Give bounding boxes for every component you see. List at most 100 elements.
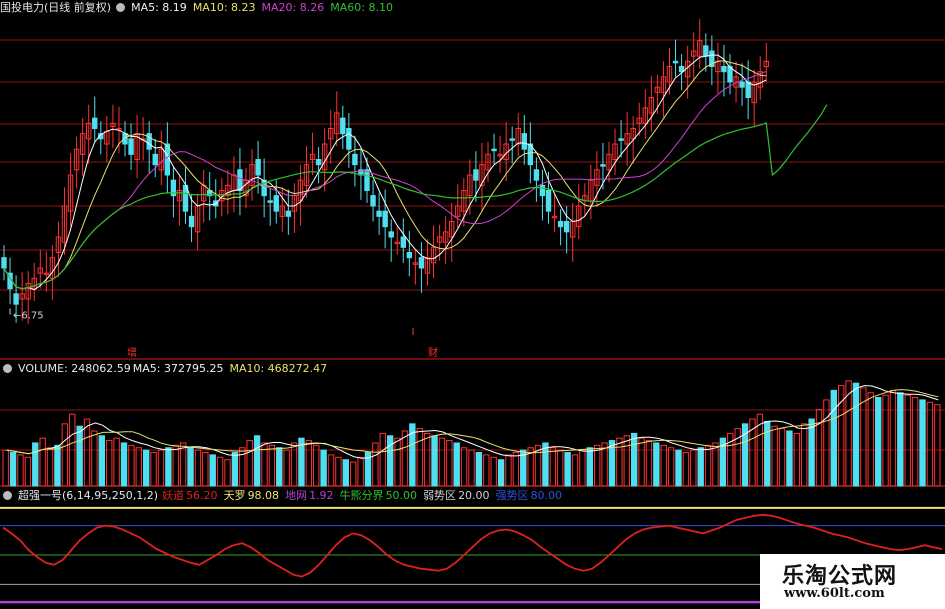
candle-body — [418, 257, 425, 269]
candle-body — [388, 231, 394, 238]
candle-body — [491, 148, 497, 152]
volume-settings-icon[interactable] — [3, 364, 12, 373]
candle-body — [285, 210, 292, 217]
watermark-url: www.60lt.com — [784, 586, 885, 601]
volume-bar — [911, 397, 919, 487]
candle-body — [340, 117, 346, 135]
volume-bar — [98, 435, 106, 487]
settings-circle-icon[interactable] — [116, 3, 126, 12]
volume-bar — [416, 428, 423, 487]
candle-body — [618, 138, 624, 141]
candle-body — [672, 60, 679, 64]
volume-bar — [897, 392, 904, 487]
volume-bar — [224, 459, 231, 487]
stock-title[interactable]: 国投电力(日线 前复权) — [0, 1, 111, 14]
volume-bar — [394, 437, 401, 487]
volume-bar — [697, 447, 704, 487]
volume-bar — [231, 452, 239, 487]
volume-bar — [675, 449, 682, 487]
volume-bar — [357, 456, 364, 487]
volume-bar — [379, 432, 386, 487]
volume-bar — [549, 447, 557, 487]
volume-bar — [216, 456, 224, 487]
volume-bar — [571, 454, 579, 487]
candle-body — [703, 45, 709, 57]
volume-bar — [793, 432, 801, 487]
volume-bar — [106, 440, 113, 487]
candle-body — [745, 81, 751, 98]
volume-bar — [209, 454, 216, 487]
candle-body — [237, 169, 243, 191]
volume-bar — [253, 435, 261, 487]
volume-bar — [623, 435, 630, 487]
candle-body — [557, 221, 564, 228]
volume-bar — [564, 452, 571, 487]
candle-body — [539, 184, 546, 197]
volume-bar — [135, 447, 142, 487]
volume-bar — [386, 435, 394, 487]
volume-bar — [867, 392, 874, 487]
volume-bar — [889, 389, 897, 487]
ma20-label: MA20: 8.26 — [261, 1, 325, 14]
volume-bar — [483, 454, 490, 487]
volume-bar — [593, 444, 601, 487]
low-price-label: ←6.75 — [13, 311, 44, 322]
volume-bar — [61, 423, 69, 487]
volume-bar — [542, 442, 549, 487]
volume-bar — [290, 442, 298, 487]
candle-body — [521, 133, 527, 150]
volume-bar — [2, 449, 9, 487]
volume-bar — [497, 459, 505, 487]
volume-bar — [690, 449, 697, 487]
volume-bar — [268, 444, 276, 487]
ma10-line — [3, 60, 767, 290]
volume-bar — [24, 456, 32, 487]
volume-bar — [786, 430, 793, 487]
volume-bar — [91, 430, 98, 487]
weak-label: 弱势区 — [423, 489, 457, 502]
volume-bar — [76, 425, 83, 487]
candle-body — [13, 293, 19, 305]
candle-body — [346, 128, 352, 150]
volume-bar — [423, 432, 431, 487]
candle-body — [188, 215, 195, 228]
volume-bar — [579, 449, 586, 487]
volume-bar — [904, 394, 911, 487]
volume-bar — [874, 397, 882, 487]
stock-chart[interactable]: ←6.75 增 财 — [0, 0, 945, 609]
volume-bar — [17, 454, 24, 487]
volume-bar — [490, 456, 497, 487]
volume-bar — [801, 423, 808, 487]
candle-body — [600, 164, 606, 167]
volume-bar — [172, 444, 179, 487]
volume-bar — [327, 454, 335, 487]
main-header: 国投电力(日线 前复权) MA5: 8.19 MA10: 8.23 MA20: 8.2… — [0, 0, 399, 16]
volume-bar — [630, 432, 638, 487]
volume-bar — [475, 452, 483, 487]
volume-bar — [128, 444, 135, 487]
candle-body — [128, 138, 134, 155]
yaodao-value: 56.20 — [186, 489, 218, 502]
volume-header: VOLUME: 248062.59 MA5: 372795.25 MA10: 468… — [0, 361, 333, 377]
volume-bar — [113, 437, 120, 487]
volume-bar — [778, 428, 786, 487]
indicator-settings-icon[interactable] — [3, 491, 12, 500]
strong-value: 80.00 — [530, 489, 563, 502]
volume-bar — [54, 444, 61, 487]
volume-bar — [660, 444, 667, 487]
volume-bar — [919, 399, 926, 487]
volume-bar — [830, 389, 837, 487]
volume-bar — [460, 447, 468, 487]
volume-bar — [771, 425, 778, 487]
volume-bar — [431, 435, 438, 487]
volume-bar — [283, 449, 290, 487]
candle-body — [406, 252, 413, 259]
event-marker-2: 财 — [428, 346, 438, 359]
candle-body — [721, 66, 727, 73]
ma5-line — [3, 54, 767, 291]
diwang-value: 1.92 — [309, 489, 334, 502]
volume-bar — [882, 394, 889, 487]
candle-body — [273, 195, 279, 212]
volume-ma10: MA10: 468272.47 — [229, 362, 328, 375]
candle-body — [152, 153, 158, 166]
